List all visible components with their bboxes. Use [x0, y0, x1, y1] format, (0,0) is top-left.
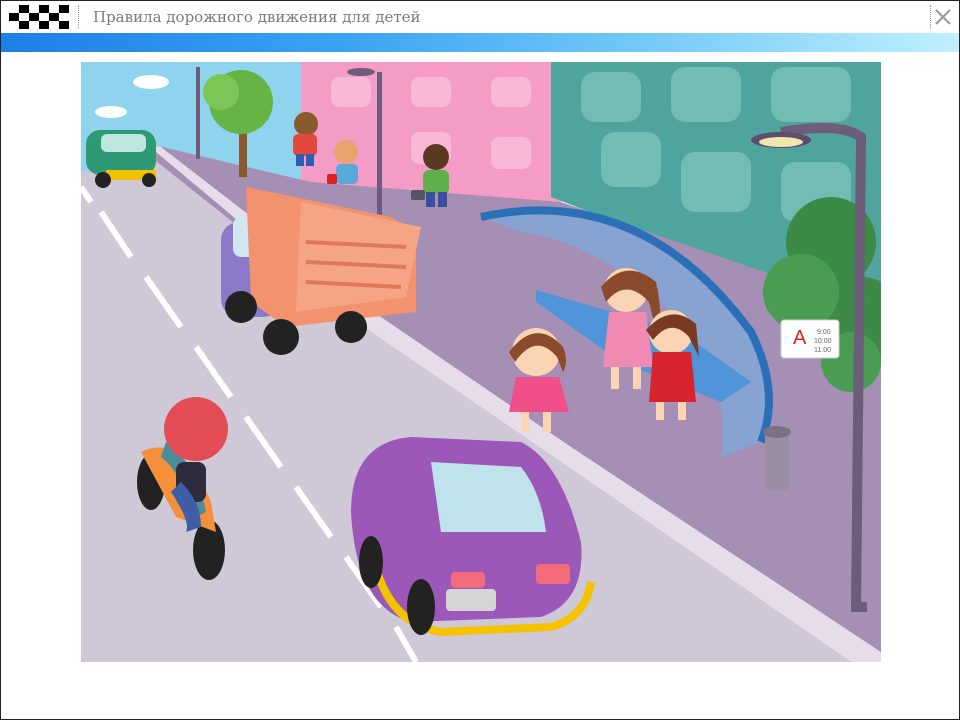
trash-bin	[765, 430, 789, 490]
bus-stop-time: 11:00	[814, 347, 831, 354]
bus-stop-letter: А	[793, 327, 807, 349]
title-bar: Правила дорожного движения для детей	[1, 1, 959, 33]
lamp-post	[196, 67, 200, 159]
window-title: Правила дорожного движения для детей	[93, 8, 421, 26]
bus-stop-time: 9:00	[817, 329, 831, 336]
street-scene-illustration: А 9:00 10:00 11:00	[81, 62, 881, 662]
checkered-flag-icon	[9, 5, 71, 29]
green-car	[86, 130, 156, 188]
bus-stop-time: 10:00	[814, 338, 832, 345]
title-separator	[78, 5, 79, 29]
lamp-post	[377, 72, 382, 222]
app-window: Правила дорожного движения для детей А 9…	[0, 0, 960, 720]
cloud	[95, 106, 127, 118]
cloud	[133, 75, 169, 89]
header-gradient-bar	[1, 33, 959, 52]
helmet	[164, 397, 228, 461]
close-icon	[935, 9, 951, 25]
close-button[interactable]	[931, 5, 955, 29]
